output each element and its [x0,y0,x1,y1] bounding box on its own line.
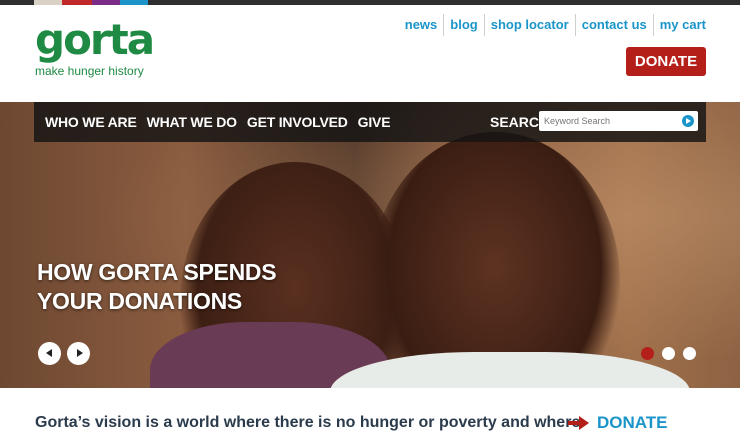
logo-wordmark: gorta [35,15,155,64]
main-nav: WHO WE ARE WHAT WE DO GET INVOLVED GIVE … [34,102,706,142]
hero-headline-line: YOUR DONATIONS [37,288,242,314]
logo-tagline: make hunger history [35,64,144,78]
strip-segment [62,0,92,5]
nav-item-give[interactable]: GIVE [358,102,391,142]
donate-link-label: DONATE [597,413,668,432]
main-nav-links: WHO WE ARE WHAT WE DO GET INVOLVED GIVE [45,102,400,142]
top-color-strip [0,0,740,5]
search-input[interactable] [539,111,679,131]
nav-item-what-we-do[interactable]: WHAT WE DO [147,102,237,142]
utility-nav: news blog shop locator contact us my car… [399,14,706,36]
slider-next-button[interactable] [67,342,90,365]
strip-segment [120,0,148,5]
search-box [539,111,698,131]
nav-link-my-cart[interactable]: my cart [652,14,706,36]
slider-dots [641,347,704,360]
slider-prev-button[interactable] [38,342,61,365]
strip-segment [92,0,120,5]
nav-link-shop-locator[interactable]: shop locator [483,14,575,36]
donate-link[interactable]: DONATE [568,413,668,433]
nav-link-blog[interactable]: blog [443,14,483,36]
slider-dot[interactable] [641,347,654,360]
slider-dot[interactable] [662,347,675,360]
search-go-icon[interactable] [682,115,694,127]
nav-item-who-we-are[interactable]: WHO WE ARE [45,102,137,142]
nav-item-get-involved[interactable]: GET INVOLVED [247,102,348,142]
donate-button[interactable]: DONATE [626,47,706,76]
arrow-right-icon [568,414,590,432]
vision-statement: Gorta’s vision is a world where there is… [35,414,581,431]
site-logo[interactable]: gorta make hunger history [35,15,155,79]
strip-segment [34,0,62,5]
nav-link-news[interactable]: news [399,14,444,36]
hero-headline[interactable]: HOW GORTA SPENDS YOUR DONATIONS [37,258,277,316]
nav-link-contact-us[interactable]: contact us [574,14,653,36]
slider-dot[interactable] [683,347,696,360]
hero-headline-line: HOW GORTA SPENDS [37,259,277,285]
hero-banner-image [0,102,740,388]
